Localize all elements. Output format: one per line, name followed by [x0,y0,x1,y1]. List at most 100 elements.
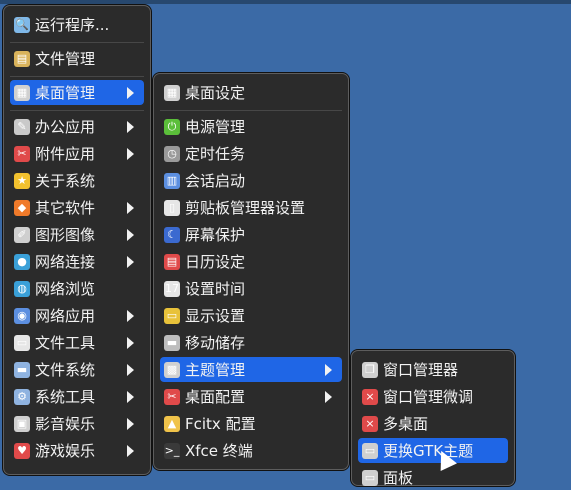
menu-item-about[interactable]: ★ 关于系统 [10,168,144,193]
menu-item-label: 其它软件 [35,199,96,217]
browser-icon: ◍ [14,280,30,297]
menu-item-file-manager[interactable]: ▤ 文件管理 [10,46,144,71]
menu-item-accessories[interactable]: ✂ 附件应用 [10,141,144,166]
display-icon: ▭ [164,307,180,324]
menu-item-gtk-theme[interactable]: ▭ 更换GTK主题 [358,438,508,463]
menu-item-session[interactable]: ▥ 会话启动 [160,168,342,193]
menu-item-system-tools[interactable]: ⚙ 系统工具 [10,384,144,409]
menu-item-terminal[interactable]: >_ Xfce 终端 [160,438,342,463]
menu-item-window-tweaks[interactable]: × 窗口管理微调 [358,384,508,409]
menu-item-label: 显示设置 [185,307,246,325]
menu-item-label: 屏幕保护 [185,226,246,244]
session-icon: ▥ [164,172,180,189]
menu-item-label: 会话启动 [185,172,246,190]
menu-item-removable-storage[interactable]: ▬ 移动储存 [160,330,342,355]
menu-item-screensaver[interactable]: ☾ 屏幕保护 [160,222,342,247]
submenu-arrow-icon [325,364,332,376]
graphics-icon: ✐ [14,226,30,243]
office-icon: ✎ [14,118,30,135]
submenu-arrow-icon [127,256,134,268]
menu-item-fcitx-config[interactable]: ▲ Fcitx 配置 [160,411,342,436]
menu-item-graphics[interactable]: ✐ 图形图像 [10,222,144,247]
menu-item-label: 剪贴板管理器设置 [185,199,306,217]
menu-item-network[interactable]: ● 网络连接 [10,249,144,274]
menu-item-label: 游戏娱乐 [35,442,96,460]
menu-item-label: 网络应用 [35,307,96,325]
menu-item-other[interactable]: ◆ 其它软件 [10,195,144,220]
menu-item-label: 系统工具 [35,388,96,406]
file-manager-icon: ▤ [14,50,30,67]
menu-item-label: Fcitx 配置 [185,415,256,433]
media-icon: ▣ [14,415,30,432]
menu-item-window-manager[interactable]: ❐ 窗口管理器 [358,357,508,382]
menu-item-label: 关于系统 [35,172,96,190]
network-icon: ● [14,253,30,270]
other-icon: ◆ [14,199,30,216]
menu-item-games[interactable]: ♥ 游戏娱乐 [10,438,144,463]
submenu-arrow-icon [127,364,134,376]
menu-item-run[interactable]: 🔍 运行程序... [10,12,144,37]
storage-icon: ▬ [164,334,180,351]
menu-item-calendar[interactable]: ▤ 日历设定 [160,249,342,274]
separator [10,110,144,111]
submenu-arrow-icon [325,391,332,403]
folder-icon: ▬ [14,361,30,378]
workspaces-icon: × [362,415,378,432]
panel-icon: ▭ [362,469,378,486]
menu-item-power[interactable]: ⏻ 电源管理 [160,114,342,139]
menu-item-label: 图形图像 [35,226,96,244]
menu-item-workspaces[interactable]: × 多桌面 [358,411,508,436]
menu-item-file-tools[interactable]: ▭ 文件工具 [10,330,144,355]
menu-item-label: 网络浏览 [35,280,96,298]
menu-item-internet[interactable]: ◉ 网络应用 [10,303,144,328]
calendar-icon: ▤ [164,253,180,270]
menu-item-filesystem[interactable]: ▬ 文件系统 [10,357,144,382]
menu-item-label: 主题管理 [185,361,246,379]
menu-item-label: 网络连接 [35,253,96,271]
menu-item-label: 面板 [383,469,414,487]
penguin-icon: ▲ [164,415,180,432]
submenu-arrow-icon [127,310,134,322]
menu-item-label: 多桌面 [383,415,429,433]
desktop-settings-icon: ▦ [164,84,180,101]
menu-item-label: 桌面配置 [185,388,246,406]
menu-item-desktop-config[interactable]: ✂ 桌面配置 [160,384,342,409]
file-tools-icon: ▭ [14,334,30,351]
menu-item-set-time[interactable]: 17 设置时间 [160,276,342,301]
menu-item-theme-manager[interactable]: ▩ 主题管理 [160,357,342,382]
menu-item-desktop-settings[interactable]: ▦ 桌面设定 [160,80,342,105]
window-tweaks-icon: × [362,388,378,405]
menu-item-browser[interactable]: ◍ 网络浏览 [10,276,144,301]
gear-icon: ⚙ [14,388,30,405]
desktop-icon: ▦ [14,84,30,101]
separator [160,110,342,111]
windows-icon: ❐ [362,361,378,378]
submenu-arrow-icon [127,202,134,214]
menu-item-panel[interactable]: ▭ 面板 [358,465,508,490]
clock-icon: ◷ [164,145,180,162]
submenu-arrow-icon [127,418,134,430]
games-icon: ♥ [14,442,30,459]
power-icon: ⏻ [164,118,180,135]
menu-item-desktop-manage[interactable]: ▦ 桌面管理 [10,80,144,105]
submenu-arrow-icon [127,121,134,133]
menu-item-label: Xfce 终端 [185,442,253,460]
menu-item-label: 窗口管理微调 [383,388,474,406]
menu-item-label: 影音娱乐 [35,415,96,433]
time-icon: 17 [164,280,180,297]
menu-item-clipboard[interactable]: ▯ 剪贴板管理器设置 [160,195,342,220]
menu-item-office[interactable]: ✎ 办公应用 [10,114,144,139]
menu-item-label: 窗口管理器 [383,361,459,379]
menu-item-label: 日历设定 [185,253,246,271]
globe-icon: ◉ [14,307,30,324]
accessories-icon: ✂ [14,145,30,162]
desktop-config-icon: ✂ [164,388,180,405]
menu-item-multimedia[interactable]: ▣ 影音娱乐 [10,411,144,436]
menu-item-label: 文件系统 [35,361,96,379]
gtk-theme-icon: ▭ [362,442,378,459]
menu-item-display[interactable]: ▭ 显示设置 [160,303,342,328]
separator [10,42,144,43]
screensaver-icon: ☾ [164,226,180,243]
menu-item-label: 办公应用 [35,118,96,136]
menu-item-scheduled-tasks[interactable]: ◷ 定时任务 [160,141,342,166]
